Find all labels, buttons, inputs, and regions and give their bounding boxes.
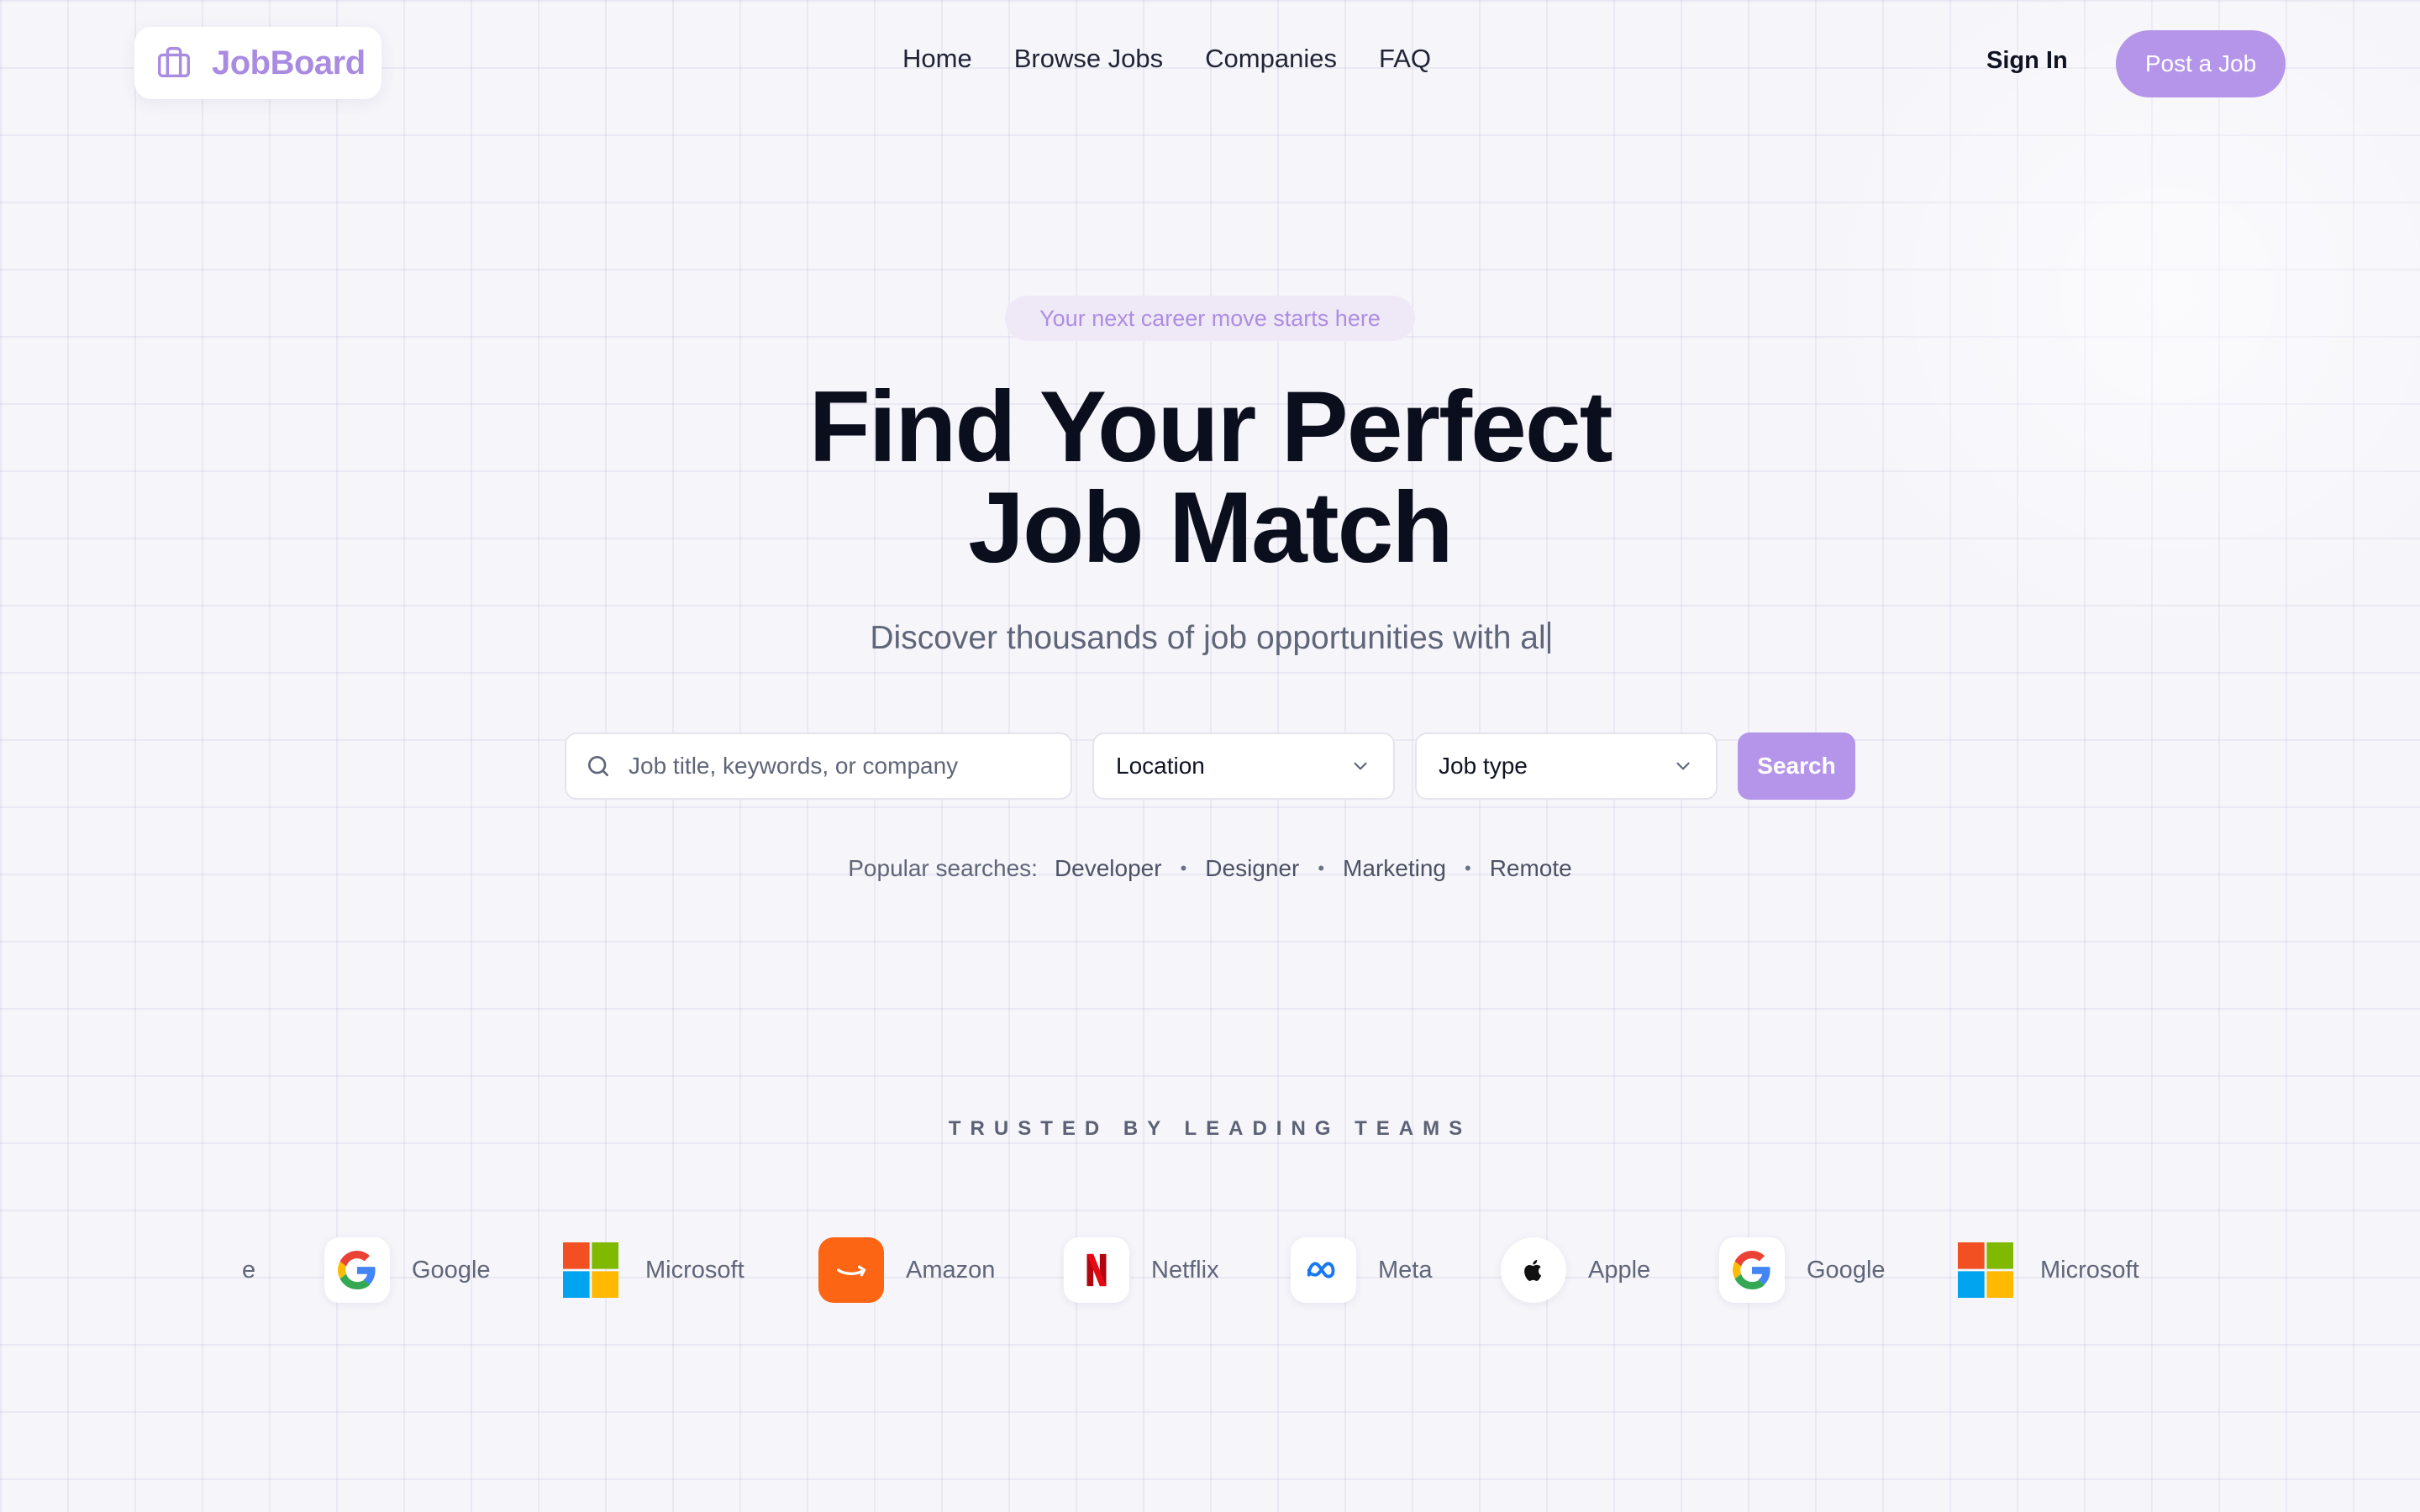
location-select[interactable]: Location bbox=[1092, 732, 1395, 800]
brand-microsoft: Microsoft bbox=[558, 1236, 744, 1304]
chevron-down-icon bbox=[1354, 762, 1367, 770]
netflix-icon bbox=[1086, 1253, 1107, 1287]
brand-netflix: Netflix bbox=[1064, 1236, 1219, 1304]
microsoft-icon bbox=[1958, 1242, 2013, 1298]
brand-google: Google bbox=[324, 1236, 491, 1304]
search-field[interactable] bbox=[565, 732, 1072, 800]
popular-tag-marketing[interactable]: Marketing bbox=[1343, 855, 1446, 882]
logo-text: JobBoard bbox=[212, 44, 366, 81]
google-icon bbox=[338, 1251, 376, 1289]
microsoft-icon bbox=[563, 1242, 618, 1298]
brand-partial: e bbox=[242, 1236, 255, 1304]
post-job-button[interactable]: Post a Job bbox=[2116, 30, 2286, 97]
trusted-heading: TRUSTED BY LEADING TEAMS bbox=[948, 1117, 1472, 1140]
main-nav: Home Browse Jobs Companies FAQ bbox=[902, 44, 1431, 74]
search-button[interactable]: Search bbox=[1738, 732, 1855, 800]
apple-icon bbox=[1524, 1259, 1542, 1281]
brand-name: e bbox=[242, 1256, 256, 1284]
page: JobBoard Home Browse Jobs Companies FAQ … bbox=[0, 0, 2420, 1512]
brand-microsoft: Microsoft bbox=[1953, 1236, 2139, 1304]
amazon-icon bbox=[836, 1265, 866, 1277]
typing-caret bbox=[1547, 622, 1550, 654]
logo-marquee: e Google Microsoft Amazon Netflix Meta A… bbox=[0, 1236, 2420, 1304]
popular-searches-label: Popular searches: bbox=[848, 855, 1038, 881]
nav-faq[interactable]: FAQ bbox=[1379, 44, 1431, 74]
search-input[interactable] bbox=[629, 753, 1049, 780]
nav-home[interactable]: Home bbox=[902, 44, 972, 74]
separator-dot: • bbox=[1464, 858, 1471, 879]
separator-dot: • bbox=[1180, 858, 1187, 879]
search-icon bbox=[588, 756, 608, 776]
hero-subtitle: Discover thousands of job opportunities … bbox=[0, 620, 2420, 657]
page-title: Find Your Perfect Job Match bbox=[0, 376, 2420, 578]
nav-companies[interactable]: Companies bbox=[1205, 44, 1337, 74]
nav-browse-jobs[interactable]: Browse Jobs bbox=[1014, 44, 1163, 74]
job-type-select[interactable]: Job type bbox=[1415, 732, 1718, 800]
briefcase-icon bbox=[158, 47, 190, 78]
meta-icon bbox=[1307, 1262, 1335, 1278]
tagline-badge: Your next career move starts here bbox=[1005, 296, 1415, 341]
chevron-down-icon bbox=[1676, 762, 1690, 770]
location-select-value: Location bbox=[1116, 753, 1205, 779]
job-type-select-value: Job type bbox=[1439, 753, 1528, 779]
popular-searches: Popular searches: Developer • Designer •… bbox=[0, 855, 2420, 882]
sign-in-button[interactable]: Sign In bbox=[1986, 47, 2068, 75]
subtitle-text: Discover thousands of job opportunities … bbox=[870, 620, 1546, 656]
popular-tag-developer[interactable]: Developer bbox=[1055, 855, 1162, 882]
separator-dot: • bbox=[1318, 858, 1325, 879]
brand-apple: Apple bbox=[1501, 1236, 1650, 1304]
headline-line-1: Find Your Perfect bbox=[808, 370, 1612, 483]
brand-meta: Meta bbox=[1291, 1236, 1432, 1304]
popular-tag-remote[interactable]: Remote bbox=[1490, 855, 1572, 882]
google-icon bbox=[1733, 1251, 1770, 1289]
headline-line-2: Job Match bbox=[968, 471, 1453, 584]
logo[interactable]: JobBoard bbox=[134, 27, 381, 99]
brand-google: Google bbox=[1719, 1236, 1886, 1304]
popular-tag-designer[interactable]: Designer bbox=[1205, 855, 1299, 882]
brand-amazon: Amazon bbox=[818, 1236, 995, 1304]
